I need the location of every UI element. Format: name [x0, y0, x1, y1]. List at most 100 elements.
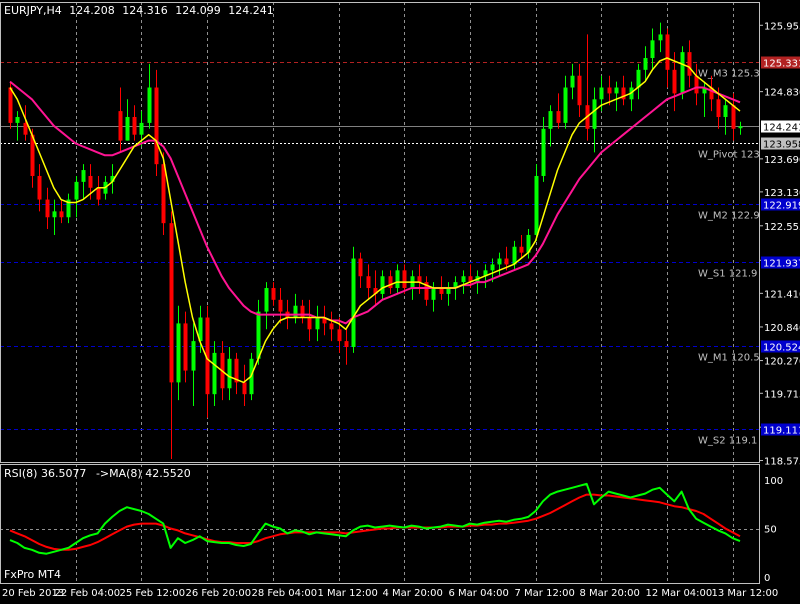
candle-body: [97, 188, 101, 200]
candle-body: [294, 306, 298, 318]
candle-body: [16, 117, 20, 123]
price-y-tick-label: 118.575: [764, 457, 800, 468]
candle: [301, 300, 305, 324]
candle: [622, 76, 626, 105]
candle-body: [557, 111, 561, 123]
pivot-level-label: W_M2 122.9: [698, 211, 760, 222]
candle: [345, 329, 349, 364]
candle: [411, 270, 415, 299]
candle-body: [359, 259, 363, 277]
candle-body: [53, 211, 57, 217]
candle: [294, 294, 298, 323]
candle: [53, 200, 57, 235]
candle: [359, 253, 363, 288]
candle: [192, 323, 196, 406]
candle-body: [243, 382, 247, 394]
candle: [272, 282, 276, 306]
x-tick-label: 8 Mar 20:00: [580, 588, 640, 599]
candle: [549, 105, 553, 146]
candle-body: [571, 76, 575, 88]
candle: [688, 40, 692, 87]
level-price-tag-label: 122.919: [763, 201, 800, 212]
x-tick-label: 7 Mar 12:00: [515, 588, 575, 599]
candle-body: [119, 111, 123, 140]
x-tick-label: 13 Mar 12:00: [712, 588, 779, 599]
trading-chart[interactable]: W_M3 125.3W_Pivot 123W_M2 122.9W_S1 121.…: [0, 0, 800, 604]
level-price-tag-label: 123.958: [763, 140, 800, 151]
pivot-level-label: W_M3 125.3: [698, 69, 760, 80]
candle: [82, 164, 86, 199]
candle: [498, 253, 502, 277]
candle: [148, 64, 152, 129]
candle: [374, 270, 378, 305]
candle-body: [549, 111, 553, 129]
candle-body: [213, 353, 217, 394]
price-y-tick-label: 120.270: [764, 357, 800, 368]
candle-body: [272, 288, 276, 300]
candle: [564, 76, 568, 129]
candle: [659, 23, 663, 52]
candle-body: [666, 34, 670, 69]
candle: [630, 82, 634, 111]
candle-body: [593, 99, 597, 128]
candle: [644, 46, 648, 81]
x-tick-label: 26 Feb 20:00: [186, 588, 252, 599]
rsi-y-tick-label: 0: [764, 573, 770, 584]
rsi-grid: [0, 464, 760, 583]
candle-body: [615, 88, 619, 94]
fast-moving-average-line: [10, 58, 740, 382]
candle: [323, 306, 327, 335]
candle-body: [82, 170, 86, 182]
pivot-level-lines: W_M3 125.3W_Pivot 123W_M2 122.9W_S1 121.…: [0, 63, 760, 447]
candle-body: [177, 323, 181, 382]
price-y-tick-label: 121.410: [764, 289, 800, 300]
candle-body: [498, 259, 502, 265]
candle-body: [38, 176, 42, 200]
candle-body: [279, 300, 283, 312]
candle: [213, 341, 217, 406]
candle-body: [60, 211, 64, 217]
x-tick-label: 22 Feb 04:00: [55, 588, 121, 599]
candle: [279, 288, 283, 323]
candle-body: [564, 88, 568, 123]
candle-body: [403, 270, 407, 288]
chart-header: EURJPY,H4 124.208 124.316 124.099 124.24…: [4, 4, 274, 17]
candle: [520, 235, 524, 259]
candle-body: [367, 276, 371, 288]
candle: [119, 88, 123, 153]
candle: [184, 312, 188, 383]
x-tick-label: 28 Feb 04:00: [252, 588, 318, 599]
candle: [155, 70, 159, 176]
candle-body: [24, 123, 28, 135]
candle: [593, 88, 597, 153]
x-tick-label: 12 Mar 04:00: [646, 588, 713, 599]
candle-body: [644, 58, 648, 70]
candle-body: [578, 76, 582, 105]
level-price-tag-label: 121.937: [763, 259, 800, 270]
candle-body: [345, 341, 349, 347]
candle: [739, 122, 743, 135]
candle-body: [396, 270, 400, 288]
ohlc-low: 124.099: [175, 4, 221, 17]
candle-body: [681, 52, 685, 93]
chart-svg[interactable]: W_M3 125.3W_Pivot 123W_M2 122.9W_S1 121.…: [0, 0, 800, 600]
candle: [418, 264, 422, 293]
candle-body: [170, 223, 174, 382]
candle: [425, 276, 429, 305]
candle: [447, 282, 451, 306]
candle: [330, 312, 334, 341]
candle: [432, 282, 436, 311]
candle: [177, 306, 181, 400]
rsi-y-tick-label: 100: [764, 476, 783, 487]
candle-body: [608, 88, 612, 94]
price-y-tick-label: 119.715: [764, 389, 800, 400]
rsi-header: RSI(8) 36.5077 ->MA(8) 42.5520: [4, 467, 191, 480]
candle: [381, 270, 385, 299]
candle-body: [140, 123, 144, 135]
candle: [126, 99, 130, 140]
price-y-tick-label: 125.955: [764, 21, 800, 32]
candle-body: [162, 164, 166, 223]
candle: [228, 347, 232, 400]
candle-body: [308, 318, 312, 330]
candle: [235, 353, 239, 394]
